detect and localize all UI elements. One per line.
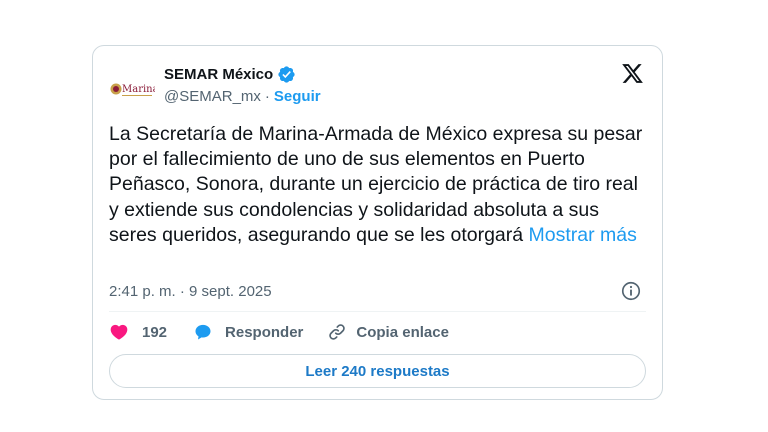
reply-button[interactable]: Responder bbox=[193, 322, 327, 342]
reply-bubble-icon bbox=[195, 324, 211, 340]
like-count: 192 bbox=[142, 323, 168, 341]
avatar-logo: Marina bbox=[110, 83, 155, 96]
separator-dot: · bbox=[264, 88, 270, 105]
heart-icon bbox=[110, 324, 128, 340]
avatar-text: Marina bbox=[122, 84, 155, 95]
x-logo-icon[interactable] bbox=[621, 62, 644, 85]
copy-link-button[interactable]: Copia enlace bbox=[327, 322, 449, 342]
info-icon[interactable] bbox=[620, 280, 642, 302]
follow-button[interactable]: Seguir bbox=[274, 88, 321, 105]
verified-badge-icon bbox=[278, 66, 295, 83]
read-replies-label: Leer 240 respuestas bbox=[305, 362, 450, 380]
tweet-card: Marina SEMAR México @SEMAR_mx · Seguir L… bbox=[92, 45, 663, 400]
author-handle[interactable]: @SEMAR_mx bbox=[164, 88, 261, 105]
copy-link-label: Copia enlace bbox=[356, 323, 449, 341]
divider bbox=[109, 311, 646, 312]
author-handle-row: @SEMAR_mx · Seguir bbox=[164, 88, 321, 105]
tweet-text: La Secretaría de Marina-Armada de México… bbox=[109, 122, 649, 248]
author-display-name[interactable]: SEMAR México bbox=[164, 66, 273, 83]
author-name-row: SEMAR México bbox=[164, 65, 296, 84]
action-bar: 192 Responder Copia enlace bbox=[109, 322, 449, 342]
like-button[interactable]: 192 bbox=[109, 322, 193, 342]
link-icon bbox=[329, 324, 346, 340]
tweet-timestamp[interactable]: 2:41 p. m. · 9 sept. 2025 bbox=[109, 283, 272, 300]
show-more-link[interactable]: Mostrar más bbox=[529, 224, 637, 246]
reply-label: Responder bbox=[225, 323, 304, 341]
avatar[interactable]: Marina bbox=[107, 65, 155, 113]
read-replies-button[interactable]: Leer 240 respuestas bbox=[109, 354, 646, 388]
